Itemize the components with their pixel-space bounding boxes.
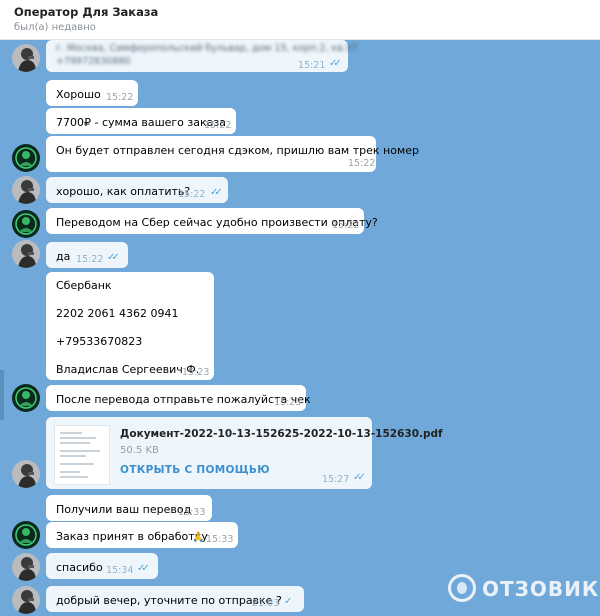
message-text: добрый вечер, уточните по отправке ? bbox=[56, 594, 282, 607]
file-size: 50.5 KB bbox=[120, 445, 159, 456]
bank-name: Сбербанк bbox=[56, 279, 112, 292]
last-seen-status: был(а) недавно bbox=[14, 22, 96, 33]
message-text: хорошо, как оплатить? bbox=[56, 185, 191, 198]
message-bubble-incoming[interactable]: Сбербанк 2202 2061 4362 0941 +7953367082… bbox=[46, 272, 214, 380]
message-text: спасибо bbox=[56, 561, 103, 574]
double-check-icon: ✓✓ bbox=[329, 58, 342, 69]
avatar-user[interactable] bbox=[12, 586, 40, 614]
message-text: Хорошо bbox=[56, 88, 101, 101]
double-check-icon: ✓✓ bbox=[107, 252, 120, 263]
avatar-operator[interactable] bbox=[12, 144, 40, 172]
message-bubble-outgoing[interactable]: добрый вечер, уточните по отправке ? 21:… bbox=[46, 586, 304, 612]
message-bubble-outgoing[interactable]: да 15:22 ✓✓ bbox=[46, 242, 128, 268]
single-check-icon: ✓ bbox=[284, 596, 293, 607]
message-time: 15:22 bbox=[348, 158, 376, 169]
chat-header: Оператор Для Заказа был(а) недавно bbox=[0, 0, 600, 40]
message-bubble-incoming[interactable]: Он будет отправлен сегодня сдэком, пришл… bbox=[46, 136, 419, 172]
chat-area[interactable]: г. Москва, Симферопольский бульвар, дом … bbox=[0, 40, 600, 616]
card-number: 2202 2061 4362 0941 bbox=[56, 307, 179, 320]
message-bubble-incoming[interactable]: Получили ваш перевод 15:33 bbox=[46, 495, 212, 521]
message-bubble-outgoing[interactable]: г. Москва, Симферопольский бульвар, дом … bbox=[46, 40, 358, 72]
message-time: 15:23 bbox=[274, 397, 302, 408]
message-bubble-incoming[interactable]: 7700₽ - сумма вашего заказа 15:22 bbox=[46, 108, 236, 134]
file-name[interactable]: Документ-2022-10-13-152625-2022-10-13-15… bbox=[120, 427, 443, 441]
message-time: 21:03 bbox=[252, 598, 280, 609]
message-bubble-incoming[interactable]: Хорошо 15:22 bbox=[46, 80, 138, 106]
avatar-user[interactable] bbox=[12, 460, 40, 488]
phone-number: +79533670823 bbox=[56, 335, 143, 348]
double-check-icon: ✓✓ bbox=[137, 563, 150, 574]
message-bubble-incoming[interactable]: После перевода отправьте пожалуйста чек … bbox=[46, 385, 311, 411]
address-text: г. Москва, Симферопольский бульвар, дом … bbox=[56, 43, 358, 54]
avatar-operator[interactable] bbox=[12, 210, 40, 238]
message-time: 15:22 bbox=[204, 120, 232, 131]
message-text: После перевода отправьте пожалуйста чек bbox=[56, 393, 311, 406]
avatar-user[interactable] bbox=[12, 553, 40, 581]
side-strip bbox=[0, 370, 4, 420]
double-check-icon: ✓✓ bbox=[353, 472, 366, 483]
avatar-operator[interactable] bbox=[12, 521, 40, 549]
chat-title[interactable]: Оператор Для Заказа bbox=[14, 5, 158, 19]
message-text: Получили ваш перевод bbox=[56, 503, 192, 516]
double-check-icon: ✓✓ bbox=[210, 187, 223, 198]
avatar-user[interactable] bbox=[12, 176, 40, 204]
watermark-circle-icon bbox=[448, 574, 476, 602]
open-with-button[interactable]: ОТКРЫТЬ С ПОМОЩЬЮ bbox=[120, 463, 270, 477]
message-time: 15:22 bbox=[332, 220, 360, 231]
message-bubble-outgoing[interactable]: хорошо, как оплатить? 15:22 ✓✓ bbox=[46, 177, 228, 203]
message-time: 15:22 bbox=[76, 254, 104, 265]
watermark-text: ОТЗОВИК bbox=[482, 577, 600, 601]
avatar-user[interactable] bbox=[12, 44, 40, 72]
message-text: Заказ принят в обработку bbox=[56, 530, 208, 543]
message-bubble-incoming[interactable]: Переводом на Сбер сейчас удобно произвес… bbox=[46, 208, 378, 234]
message-time: 15:27 bbox=[322, 474, 350, 485]
avatar-user[interactable] bbox=[12, 240, 40, 268]
message-text: да bbox=[56, 250, 71, 263]
message-bubble-incoming[interactable]: Заказ принят в обработку 🙏 15:33 bbox=[46, 522, 238, 548]
message-time: 15:22 bbox=[106, 92, 134, 103]
message-time: 15:33 bbox=[178, 507, 206, 518]
message-text: Переводом на Сбер сейчас удобно произвес… bbox=[56, 216, 378, 229]
watermark-logo: ОТЗОВИК bbox=[448, 572, 598, 606]
message-text: Он будет отправлен сегодня сдэком, пришл… bbox=[56, 144, 419, 157]
document-thumbnail[interactable] bbox=[54, 425, 110, 485]
recipient-name: Владислав Сергеевич Ф. bbox=[56, 363, 200, 376]
pray-emoji-icon: 🙏 bbox=[192, 532, 205, 543]
message-time: 15:23 bbox=[182, 367, 210, 378]
file-message-bubble[interactable]: Документ-2022-10-13-152625-2022-10-13-15… bbox=[46, 417, 443, 489]
message-text: 7700₽ - сумма вашего заказа bbox=[56, 116, 226, 129]
message-time: 15:34 bbox=[106, 565, 134, 576]
avatar-operator[interactable] bbox=[12, 384, 40, 412]
message-time: 15:21 bbox=[298, 60, 326, 71]
phone-text: +79972830880 bbox=[56, 56, 131, 67]
message-time: 15:33 bbox=[206, 534, 234, 545]
message-bubble-outgoing[interactable]: спасибо 15:34 ✓✓ bbox=[46, 553, 158, 579]
message-time: 15:22 bbox=[178, 189, 206, 200]
